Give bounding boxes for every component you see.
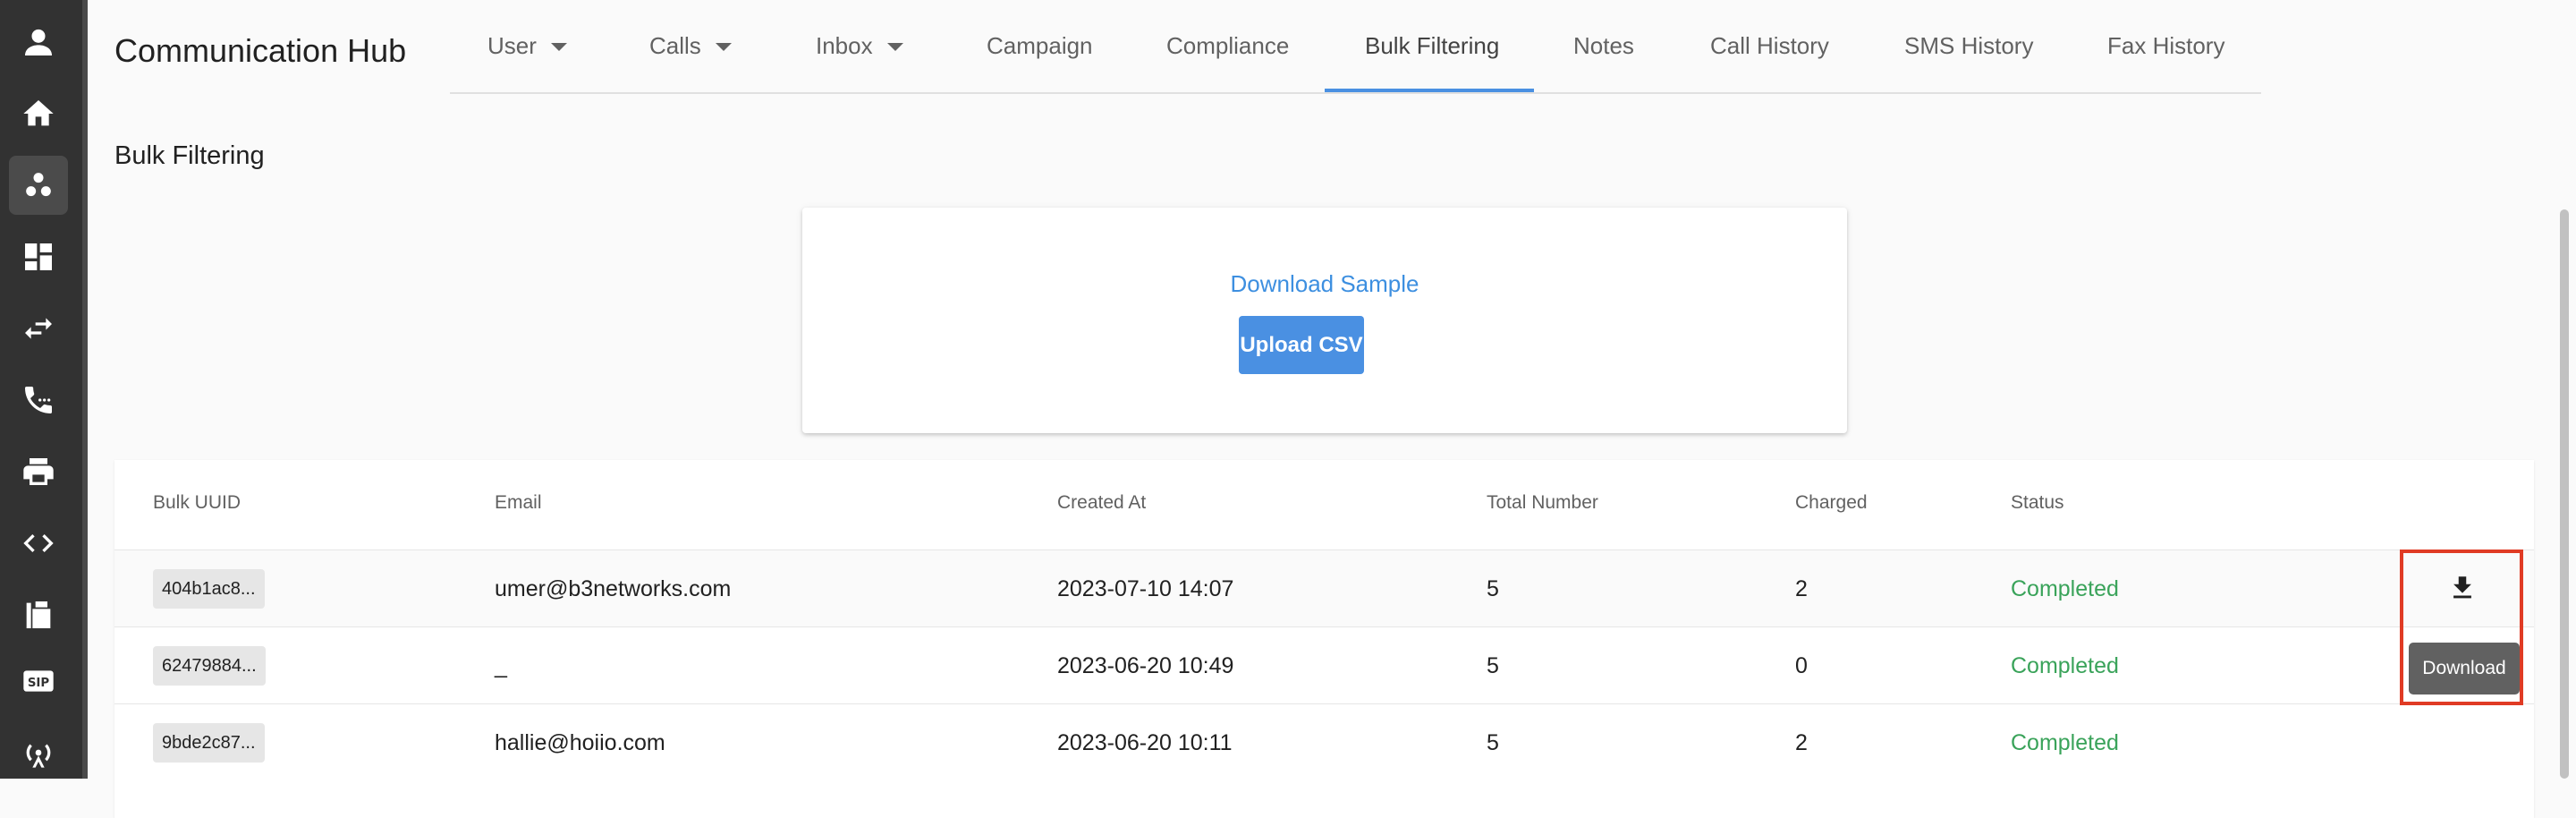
sip-icon-label: SIP bbox=[28, 677, 50, 690]
tab-notes[interactable]: Notes bbox=[1573, 0, 1634, 92]
table-row[interactable]: 62479884... _ 2023-06-20 10:49 5 0 Compl… bbox=[114, 626, 2534, 704]
tab-call-history[interactable]: Call History bbox=[1710, 0, 1829, 92]
tab-label: Calls bbox=[649, 32, 701, 59]
sidebar-edge bbox=[82, 0, 88, 779]
chevron-down-icon bbox=[550, 43, 567, 51]
column-header-charged[interactable]: Charged bbox=[1795, 492, 1868, 514]
uuid-chip[interactable]: 9bde2c87... bbox=[153, 723, 265, 763]
fax-icon[interactable] bbox=[9, 585, 68, 644]
tab-label: Bulk Filtering bbox=[1365, 32, 1500, 59]
tab-label: Inbox bbox=[816, 32, 873, 59]
created-at-cell: 2023-07-10 14:07 bbox=[1057, 575, 1234, 601]
table-row[interactable]: 9bde2c87... hallie@hoiio.com 2023-06-20 … bbox=[114, 703, 2534, 781]
user-avatar-icon[interactable] bbox=[9, 13, 68, 72]
status-cell: Completed bbox=[2011, 575, 2119, 601]
tab-bulk-filtering[interactable]: Bulk Filtering bbox=[1365, 0, 1499, 92]
swap-arrows-icon[interactable] bbox=[9, 299, 68, 358]
upload-card: Download Sample Upload CSV bbox=[802, 208, 1847, 433]
tab-compliance[interactable]: Compliance bbox=[1166, 0, 1289, 92]
chevron-down-icon bbox=[715, 43, 732, 51]
tab-label: Fax History bbox=[2107, 32, 2225, 59]
total-number-cell: 5 bbox=[1487, 575, 1499, 601]
column-header-status[interactable]: Status bbox=[2011, 492, 2064, 514]
home-icon[interactable] bbox=[9, 84, 68, 143]
total-number-cell: 5 bbox=[1487, 729, 1499, 755]
tab-label: Compliance bbox=[1166, 32, 1290, 59]
antenna-icon[interactable] bbox=[9, 723, 68, 782]
column-header-created-at[interactable]: Created At bbox=[1057, 492, 1146, 514]
tab-label: SMS History bbox=[1904, 32, 2034, 59]
tab-bar: User Calls Inbox Campaign Compliance Bul… bbox=[450, 0, 2261, 94]
email-cell: hallie@hoiio.com bbox=[495, 729, 665, 755]
printer-icon[interactable] bbox=[9, 442, 68, 501]
chevron-down-icon bbox=[886, 43, 903, 51]
total-number-cell: 5 bbox=[1487, 652, 1499, 678]
download-sample-link[interactable]: Download Sample bbox=[802, 270, 1847, 298]
tab-fax-history[interactable]: Fax History bbox=[2107, 0, 2224, 92]
tab-label: User bbox=[487, 32, 537, 59]
dashboard-icon[interactable] bbox=[9, 227, 68, 286]
column-header-bulk-uuid[interactable]: Bulk UUID bbox=[153, 492, 241, 514]
charged-cell: 0 bbox=[1795, 652, 1808, 678]
status-cell: Completed bbox=[2011, 652, 2119, 678]
tab-campaign[interactable]: Campaign bbox=[987, 0, 1093, 92]
phone-forward-icon[interactable] bbox=[9, 371, 68, 430]
status-cell: Completed bbox=[2011, 729, 2119, 755]
tab-label: Campaign bbox=[987, 32, 1093, 59]
tab-label: Notes bbox=[1573, 32, 1634, 59]
group-icon[interactable] bbox=[9, 156, 68, 215]
sidebar: SIP bbox=[0, 0, 88, 779]
uuid-chip[interactable]: 404b1ac8... bbox=[153, 569, 265, 609]
uuid-chip[interactable]: 62479884... bbox=[153, 646, 266, 686]
column-header-email[interactable]: Email bbox=[495, 492, 542, 514]
download-icon[interactable] bbox=[2447, 573, 2478, 603]
upload-csv-button[interactable]: Upload CSV bbox=[1239, 316, 1364, 374]
tab-calls[interactable]: Calls bbox=[649, 0, 732, 92]
charged-cell: 2 bbox=[1795, 729, 1808, 755]
tab-inbox[interactable]: Inbox bbox=[816, 0, 903, 92]
tab-user[interactable]: User bbox=[487, 0, 567, 92]
tab-sms-history[interactable]: SMS History bbox=[1904, 0, 2033, 92]
created-at-cell: 2023-06-20 10:11 bbox=[1057, 729, 1233, 755]
page-title: Bulk Filtering bbox=[114, 141, 265, 170]
email-cell: umer@b3networks.com bbox=[495, 575, 732, 601]
email-cell: _ bbox=[495, 652, 507, 678]
table-row[interactable]: 404b1ac8... umer@b3networks.com 2023-07-… bbox=[114, 550, 2534, 627]
sip-icon[interactable]: SIP bbox=[9, 652, 68, 711]
app-title: Communication Hub bbox=[114, 32, 407, 69]
charged-cell: 2 bbox=[1795, 575, 1808, 601]
created-at-cell: 2023-06-20 10:49 bbox=[1057, 652, 1234, 678]
scrollbar[interactable] bbox=[2560, 209, 2569, 779]
code-icon[interactable] bbox=[9, 514, 68, 573]
bulk-table: Bulk UUID Email Created At Total Number … bbox=[114, 460, 2534, 818]
tab-label: Call History bbox=[1710, 32, 1829, 59]
download-tooltip: Download bbox=[2409, 643, 2520, 694]
column-header-total-number[interactable]: Total Number bbox=[1487, 492, 1598, 514]
active-tab-indicator bbox=[1325, 89, 1534, 92]
